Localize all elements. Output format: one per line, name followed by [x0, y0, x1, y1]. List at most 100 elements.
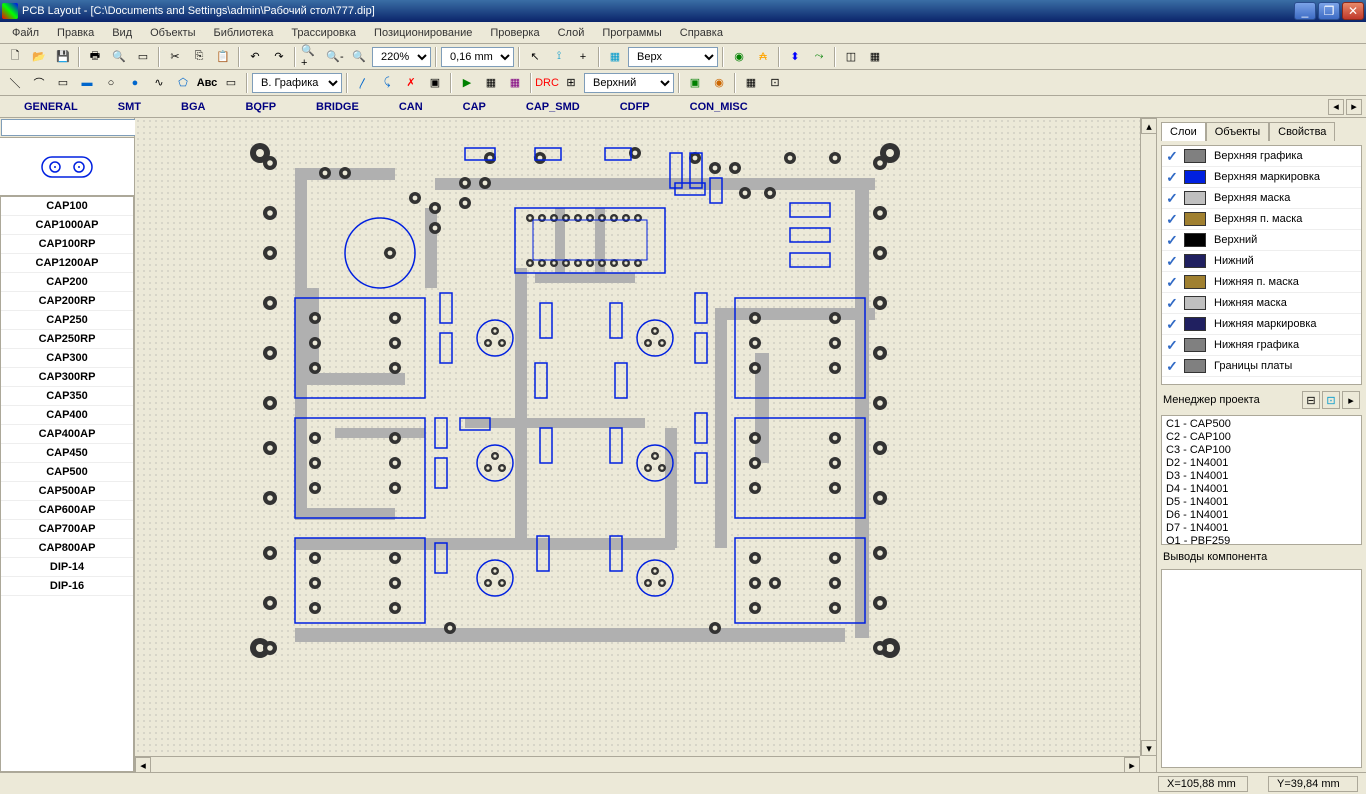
scroll-up-icon[interactable]: ▴	[1141, 118, 1156, 134]
component-item[interactable]: DIP-14	[1, 558, 133, 577]
layer-row[interactable]: ✓Границы платы	[1162, 356, 1361, 377]
layer-color-swatch[interactable]	[1184, 149, 1206, 163]
props-icon[interactable]: ⊡	[764, 72, 786, 94]
project-item[interactable]: Q1 - PBF259	[1164, 535, 1359, 545]
tab-con-misc[interactable]: CON_MISC	[670, 98, 768, 116]
component-item[interactable]: CAP450	[1, 444, 133, 463]
open-icon[interactable]: 📂	[28, 46, 50, 68]
layer-color-swatch[interactable]	[1184, 212, 1206, 226]
find-icon[interactable]: ₳	[752, 46, 774, 68]
paste-icon[interactable]: 📋	[212, 46, 234, 68]
pan-icon[interactable]: ⬍	[784, 46, 806, 68]
component-item[interactable]: CAP100	[1, 197, 133, 216]
pm-sort-icon[interactable]: ⊟	[1302, 391, 1320, 409]
component-item[interactable]: CAP1200AP	[1, 254, 133, 273]
arc-icon[interactable]: ⌒	[28, 72, 50, 94]
route-edit-icon[interactable]: ⤹	[376, 72, 398, 94]
maximize-button[interactable]: ❐	[1318, 2, 1340, 20]
route-check-icon[interactable]: ⤳	[808, 46, 830, 68]
tab-objects[interactable]: Объекты	[1206, 122, 1269, 141]
close-button[interactable]: ✕	[1342, 2, 1364, 20]
layer-color-swatch[interactable]	[1184, 191, 1206, 205]
run-icon[interactable]: ▶	[456, 72, 478, 94]
drc2-icon[interactable]: DRC	[536, 72, 558, 94]
component-list[interactable]: CAP100CAP1000APCAP100RPCAP1200APCAP200CA…	[0, 196, 134, 772]
settings-icon[interactable]: ▦	[480, 72, 502, 94]
titles-icon[interactable]: ▭	[132, 46, 154, 68]
zoom-out-icon[interactable]: 🔍-	[324, 46, 346, 68]
component-item[interactable]: CAP200RP	[1, 292, 133, 311]
pm-chip-icon[interactable]: ⊡	[1322, 391, 1340, 409]
polyline-icon[interactable]: ∿	[148, 72, 170, 94]
table-icon[interactable]: ▦	[864, 46, 886, 68]
layer-color-swatch[interactable]	[1184, 317, 1206, 331]
cut-icon[interactable]: ✂	[164, 46, 186, 68]
layer-row[interactable]: ✓Нижняя графика	[1162, 335, 1361, 356]
menu-programs[interactable]: Программы	[594, 25, 669, 41]
ellipse-icon[interactable]: ○	[100, 72, 122, 94]
filled-ellipse-icon[interactable]: ●	[124, 72, 146, 94]
scroll-left-icon[interactable]: ◂	[135, 757, 151, 772]
component-item[interactable]: CAP350	[1, 387, 133, 406]
check-icon[interactable]: ✓	[1164, 274, 1180, 290]
menu-layer[interactable]: Слой	[550, 25, 593, 41]
layer-row[interactable]: ✓Верхний	[1162, 230, 1361, 251]
minimize-button[interactable]: _	[1294, 2, 1316, 20]
project-item[interactable]: C1 - CAP500	[1164, 418, 1359, 431]
tab-properties[interactable]: Свойства	[1269, 122, 1335, 141]
project-item[interactable]: D3 - 1N4001	[1164, 470, 1359, 483]
layer-color-swatch[interactable]	[1184, 170, 1206, 184]
layer-color-swatch[interactable]	[1184, 275, 1206, 289]
zoom-combo[interactable]: 220%	[372, 47, 431, 67]
3d-icon[interactable]: ▦	[740, 72, 762, 94]
stop-icon[interactable]: ▦	[504, 72, 526, 94]
component-item[interactable]: CAP800AP	[1, 539, 133, 558]
check-icon[interactable]: ✓	[1164, 358, 1180, 374]
layer-row[interactable]: ✓Нижняя п. маска	[1162, 272, 1361, 293]
scroll-down-icon[interactable]: ▾	[1141, 740, 1156, 756]
check-icon[interactable]: ✓	[1164, 169, 1180, 185]
unroute-icon[interactable]: ✗	[400, 72, 422, 94]
measure-icon[interactable]: ⟟	[548, 46, 570, 68]
top-combo[interactable]: Верхний	[584, 73, 674, 93]
tab-smt[interactable]: SMT	[98, 98, 161, 116]
menu-file[interactable]: Файл	[4, 25, 47, 41]
component-item[interactable]: CAP300	[1, 349, 133, 368]
tab-layers[interactable]: Слои	[1161, 122, 1206, 141]
component-item[interactable]: CAP600AP	[1, 501, 133, 520]
tab-bridge[interactable]: BRIDGE	[296, 98, 379, 116]
project-item[interactable]: D4 - 1N4001	[1164, 483, 1359, 496]
component-item[interactable]: CAP1000AP	[1, 216, 133, 235]
component-item[interactable]: DIP-16	[1, 577, 133, 596]
scroll-right-icon[interactable]: ▸	[1124, 757, 1140, 772]
check-icon[interactable]: ✓	[1164, 337, 1180, 353]
layer-color-swatch[interactable]	[1184, 233, 1206, 247]
layer-color-swatch[interactable]	[1184, 338, 1206, 352]
graphics-combo[interactable]: В. Графика	[252, 73, 342, 93]
canvas-area[interactable]: ▴ ▾ ◂ ▸	[135, 118, 1156, 772]
project-item[interactable]: C3 - CAP100	[1164, 444, 1359, 457]
polygon-icon[interactable]: ⬠	[172, 72, 194, 94]
component-icon[interactable]: ▣	[684, 72, 706, 94]
delete-icon[interactable]: ▭	[220, 72, 242, 94]
vertical-scrollbar[interactable]: ▴ ▾	[1140, 118, 1156, 756]
horizontal-scrollbar[interactable]: ◂ ▸	[135, 756, 1140, 772]
check-icon[interactable]: ✓	[1164, 253, 1180, 269]
drc-icon[interactable]: ◉	[728, 46, 750, 68]
component-item[interactable]: CAP100RP	[1, 235, 133, 254]
menu-library[interactable]: Библиотека	[206, 25, 282, 41]
layer-color-swatch[interactable]	[1184, 359, 1206, 373]
layer-color-swatch[interactable]	[1184, 254, 1206, 268]
component-item[interactable]: CAP250RP	[1, 330, 133, 349]
width-combo[interactable]: 0,16 mm	[441, 47, 514, 67]
menu-edit[interactable]: Правка	[49, 25, 102, 41]
tab-cap-smd[interactable]: CAP_SMD	[506, 98, 600, 116]
component-item[interactable]: CAP500AP	[1, 482, 133, 501]
tab-can[interactable]: CAN	[379, 98, 443, 116]
layer-row[interactable]: ✓Верхняя маска	[1162, 188, 1361, 209]
zoom-window-icon[interactable]: 🔍	[348, 46, 370, 68]
layer-row[interactable]: ✓Нижний	[1162, 251, 1361, 272]
pm-expand-icon[interactable]: ▸	[1342, 391, 1360, 409]
project-manager-list[interactable]: C1 - CAP500C2 - CAP100C3 - CAP100D2 - 1N…	[1161, 415, 1362, 545]
component-item[interactable]: CAP300RP	[1, 368, 133, 387]
